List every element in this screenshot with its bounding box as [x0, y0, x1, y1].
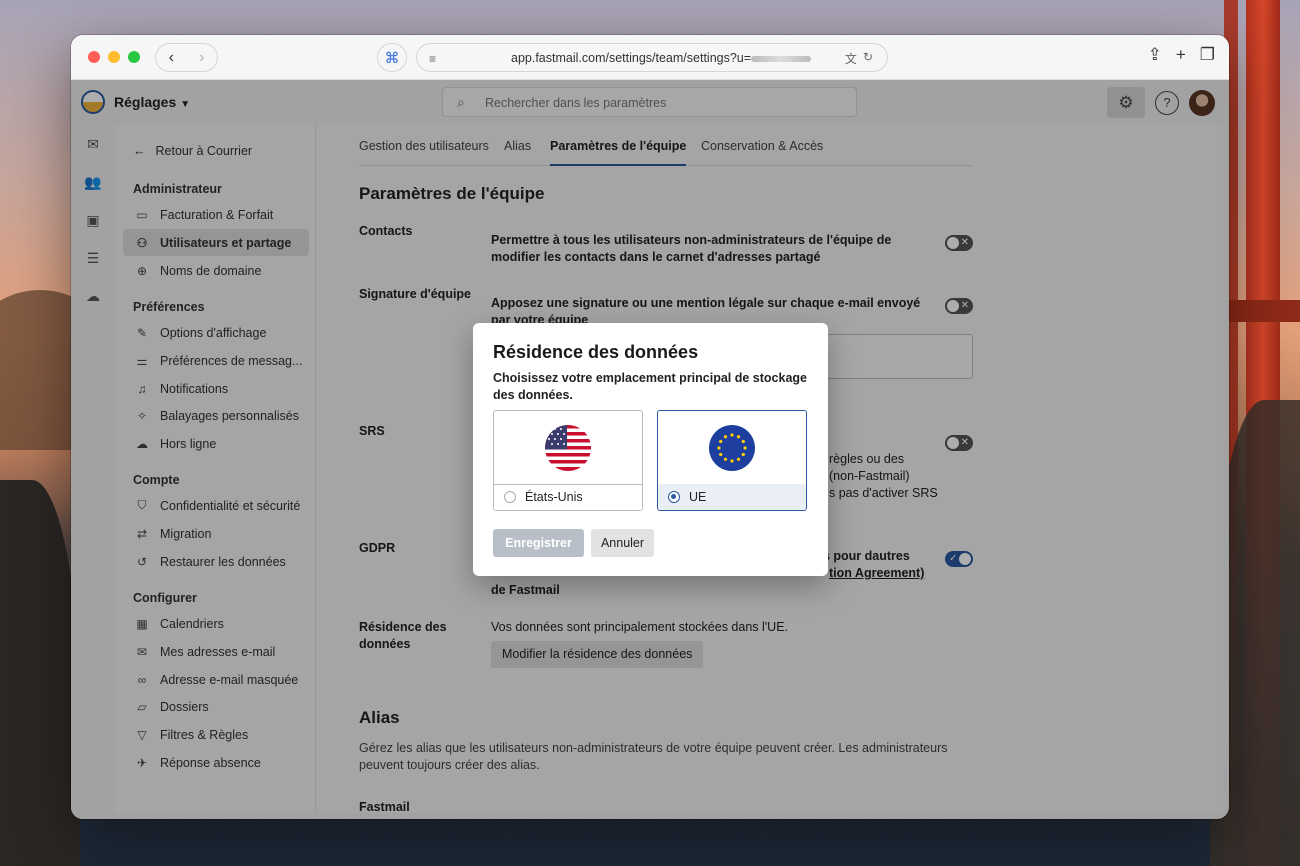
minimize-window-button[interactable] [108, 51, 120, 63]
translate-icon[interactable]: 文 [845, 50, 857, 67]
data-residence-dialog: Résidence des données Choisissez votre e… [473, 323, 828, 576]
browser-window: ‹ › ⌘ ≡ app.fastmail.com/settings/team/s… [71, 35, 1229, 819]
share-icon[interactable]: ⇪ [1148, 45, 1162, 65]
eu-flag-area [658, 411, 806, 485]
us-flag-area [494, 411, 642, 485]
address-bar-icons: 文 ↻ [845, 50, 873, 67]
option-us[interactable]: États-Unis [493, 410, 643, 511]
forward-arrow-icon[interactable]: › [199, 49, 204, 67]
zoom-window-button[interactable] [128, 51, 140, 63]
option-eu[interactable]: UE [657, 410, 807, 511]
reload-icon[interactable]: ↻ [863, 50, 873, 67]
back-arrow-icon[interactable]: ‹ [169, 49, 174, 67]
close-window-button[interactable] [88, 51, 100, 63]
tab-overview-icon[interactable]: ❐ [1200, 45, 1215, 65]
option-eu-footer: UE [658, 484, 806, 510]
option-us-footer: États-Unis [494, 484, 642, 510]
desktop-bridge-deck [1220, 300, 1300, 322]
option-eu-label: UE [689, 490, 707, 504]
radio-us[interactable] [504, 491, 516, 503]
command-key-icon[interactable]: ⌘ [377, 43, 407, 72]
reader-icon[interactable]: ≡ [429, 52, 436, 66]
us-flag-icon [545, 424, 591, 471]
address-bar-url: app.fastmail.com/settings/team/settings?… [511, 51, 812, 65]
dialog-title: Résidence des données [493, 342, 699, 362]
history-nav: ‹ › [155, 43, 218, 72]
window-controls [88, 51, 140, 63]
url-redacted [751, 55, 812, 62]
new-tab-icon[interactable]: + [1176, 45, 1186, 65]
option-us-label: États-Unis [525, 490, 583, 504]
eu-flag-icon [709, 424, 755, 471]
url-text: app.fastmail.com/settings/team/settings?… [511, 51, 752, 65]
cancel-button[interactable]: Annuler [591, 529, 654, 557]
dialog-subtitle: Choisissez votre emplacement principal d… [493, 371, 808, 402]
save-button[interactable]: Enregistrer [493, 529, 584, 557]
toolbar-actions: ⇪ + ❐ [1148, 45, 1215, 65]
address-bar[interactable]: ≡ app.fastmail.com/settings/team/setting… [416, 43, 888, 72]
radio-eu[interactable] [668, 491, 680, 503]
browser-toolbar: ‹ › ⌘ ≡ app.fastmail.com/settings/team/s… [71, 35, 1229, 80]
